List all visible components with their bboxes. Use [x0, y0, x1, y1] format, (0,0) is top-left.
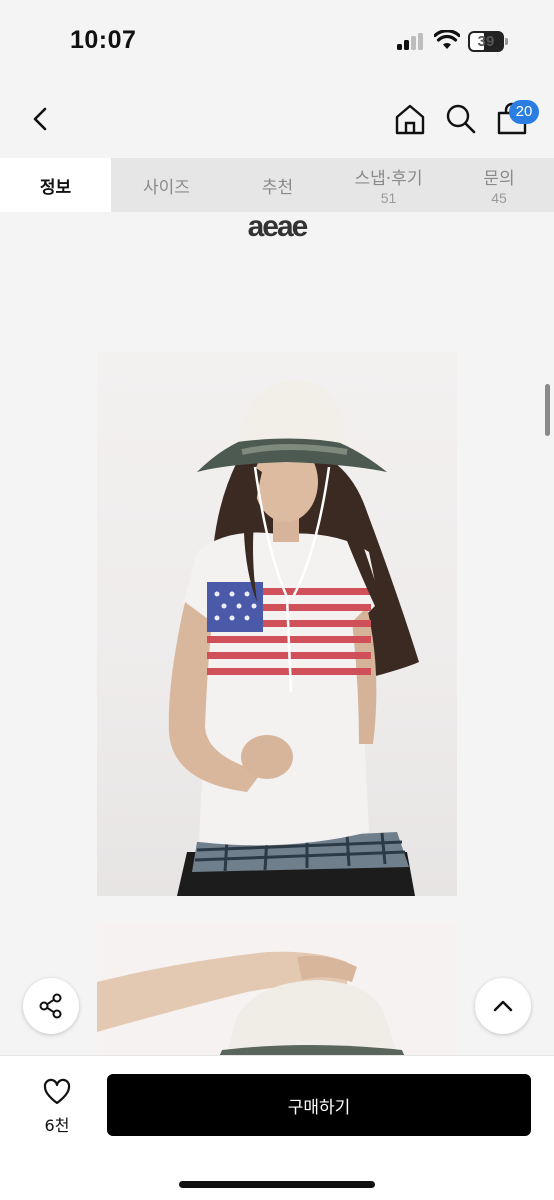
tab-label: 스냅·후기 [354, 169, 423, 189]
bottom-action-bar: 6천 구매하기 [0, 1055, 554, 1200]
home-indicator[interactable] [179, 1181, 375, 1188]
tab-label: 정보 [39, 177, 72, 198]
buy-button[interactable]: 구매하기 [107, 1074, 531, 1136]
brand-logo: aeae [247, 212, 309, 243]
status-bar: 10:07 39 [0, 0, 554, 80]
share-icon [39, 993, 62, 1019]
tab-inquiry[interactable]: 문의 45 [444, 158, 554, 212]
tab-count: 45 [491, 190, 507, 206]
tab-snap-review[interactable]: 스냅·후기 51 [333, 158, 444, 212]
search-button[interactable] [444, 102, 478, 136]
status-time: 10:07 [70, 26, 137, 54]
battery-icon: 39 [468, 31, 508, 52]
tab-label: 문의 [483, 169, 515, 189]
product-tab-bar: 정보 사이즈 추천 스냅·후기 51 문의 45 [0, 158, 554, 212]
heart-icon [43, 1078, 71, 1105]
product-detail-content[interactable]: aeae [0, 212, 554, 1055]
tab-size[interactable]: 사이즈 [111, 158, 222, 212]
top-navigation-bar [0, 80, 554, 158]
tab-info[interactable]: 정보 [0, 158, 111, 212]
chevron-up-icon [493, 1000, 513, 1012]
home-icon [395, 104, 425, 135]
wifi-icon [434, 30, 460, 49]
tab-label: 추천 [261, 177, 294, 198]
cellular-signal-icon [397, 33, 425, 50]
back-chevron-icon [33, 107, 47, 131]
tab-label: 사이즈 [143, 177, 190, 198]
like-button[interactable]: 6천 [30, 1074, 84, 1136]
cart-count-badge: 20 [509, 100, 539, 124]
share-button[interactable] [23, 978, 79, 1034]
tab-recommend[interactable]: 추천 [222, 158, 333, 212]
tab-count: 51 [380, 190, 397, 206]
search-icon [446, 104, 476, 134]
back-button[interactable] [24, 102, 58, 136]
like-count: 6천 [44, 1116, 70, 1135]
product-photo-hat [97, 922, 457, 1055]
battery-level: 39 [477, 33, 495, 50]
home-button[interactable] [393, 102, 427, 136]
product-photo-model [97, 352, 457, 896]
scroll-to-top-button[interactable] [475, 978, 531, 1034]
scroll-indicator[interactable] [545, 384, 550, 436]
